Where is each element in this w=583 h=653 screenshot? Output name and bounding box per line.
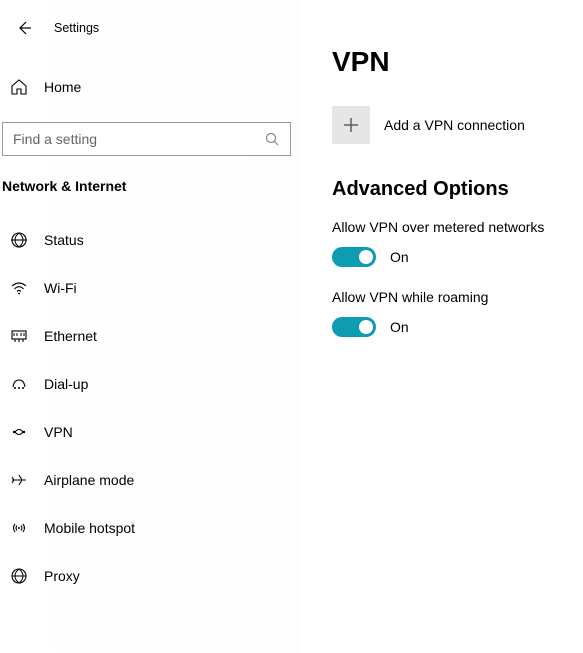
sidebar-item-airplane[interactable]: Airplane mode xyxy=(0,456,299,504)
add-tile xyxy=(332,106,370,144)
category-title: Network & Internet xyxy=(0,164,299,194)
header-row: Settings xyxy=(0,8,299,48)
home-label: Home xyxy=(44,79,81,95)
search-icon xyxy=(264,131,280,147)
option-label: Allow VPN over metered networks xyxy=(332,219,563,235)
nav-list: Status Wi-Fi xyxy=(0,216,299,600)
toggle-knob xyxy=(359,320,373,334)
nav-label: Ethernet xyxy=(44,328,97,344)
nav-label: Dial-up xyxy=(44,376,88,392)
option-label: Allow VPN while roaming xyxy=(332,289,563,305)
sidebar-item-proxy[interactable]: Proxy xyxy=(0,552,299,600)
ethernet-icon xyxy=(8,327,30,345)
nav-label: Airplane mode xyxy=(44,472,134,488)
nav-label: Status xyxy=(44,232,84,248)
nav-label: VPN xyxy=(44,424,73,440)
add-vpn-button[interactable]: Add a VPN connection xyxy=(332,106,563,144)
toggle-state-label: On xyxy=(390,249,409,265)
toggle-metered[interactable] xyxy=(332,247,376,267)
back-arrow-icon xyxy=(16,20,32,36)
vpn-icon xyxy=(8,423,30,441)
back-button[interactable] xyxy=(14,18,34,38)
sidebar: Settings Home Network & Intern xyxy=(0,0,300,653)
option-roaming: Allow VPN while roaming On xyxy=(332,289,563,337)
hotspot-icon xyxy=(8,519,30,537)
page-title: VPN xyxy=(332,46,563,78)
add-vpn-label: Add a VPN connection xyxy=(384,117,525,133)
main-content: VPN Add a VPN connection Advanced Option… xyxy=(300,0,583,653)
nav-label: Wi-Fi xyxy=(44,280,77,296)
sidebar-home[interactable]: Home xyxy=(0,66,299,108)
home-icon xyxy=(8,78,30,96)
status-icon xyxy=(8,231,30,249)
search-input[interactable] xyxy=(13,131,264,147)
dialup-icon xyxy=(8,375,30,393)
sidebar-item-wifi[interactable]: Wi-Fi xyxy=(0,264,299,312)
sidebar-item-status[interactable]: Status xyxy=(0,216,299,264)
sidebar-item-ethernet[interactable]: Ethernet xyxy=(0,312,299,360)
search-wrap xyxy=(0,114,299,164)
wifi-icon xyxy=(8,279,30,297)
toggle-roaming[interactable] xyxy=(332,317,376,337)
search-box[interactable] xyxy=(2,122,291,156)
plus-icon xyxy=(342,116,360,134)
toggle-knob xyxy=(359,250,373,264)
sidebar-item-vpn[interactable]: VPN xyxy=(0,408,299,456)
nav-label: Proxy xyxy=(44,568,80,584)
sidebar-item-hotspot[interactable]: Mobile hotspot xyxy=(0,504,299,552)
proxy-icon xyxy=(8,567,30,585)
option-metered: Allow VPN over metered networks On xyxy=(332,219,563,267)
app-title: Settings xyxy=(54,21,99,35)
nav-label: Mobile hotspot xyxy=(44,520,135,536)
toggle-state-label: On xyxy=(390,319,409,335)
airplane-icon xyxy=(8,471,30,489)
advanced-options-title: Advanced Options xyxy=(332,178,563,201)
sidebar-item-dialup[interactable]: Dial-up xyxy=(0,360,299,408)
